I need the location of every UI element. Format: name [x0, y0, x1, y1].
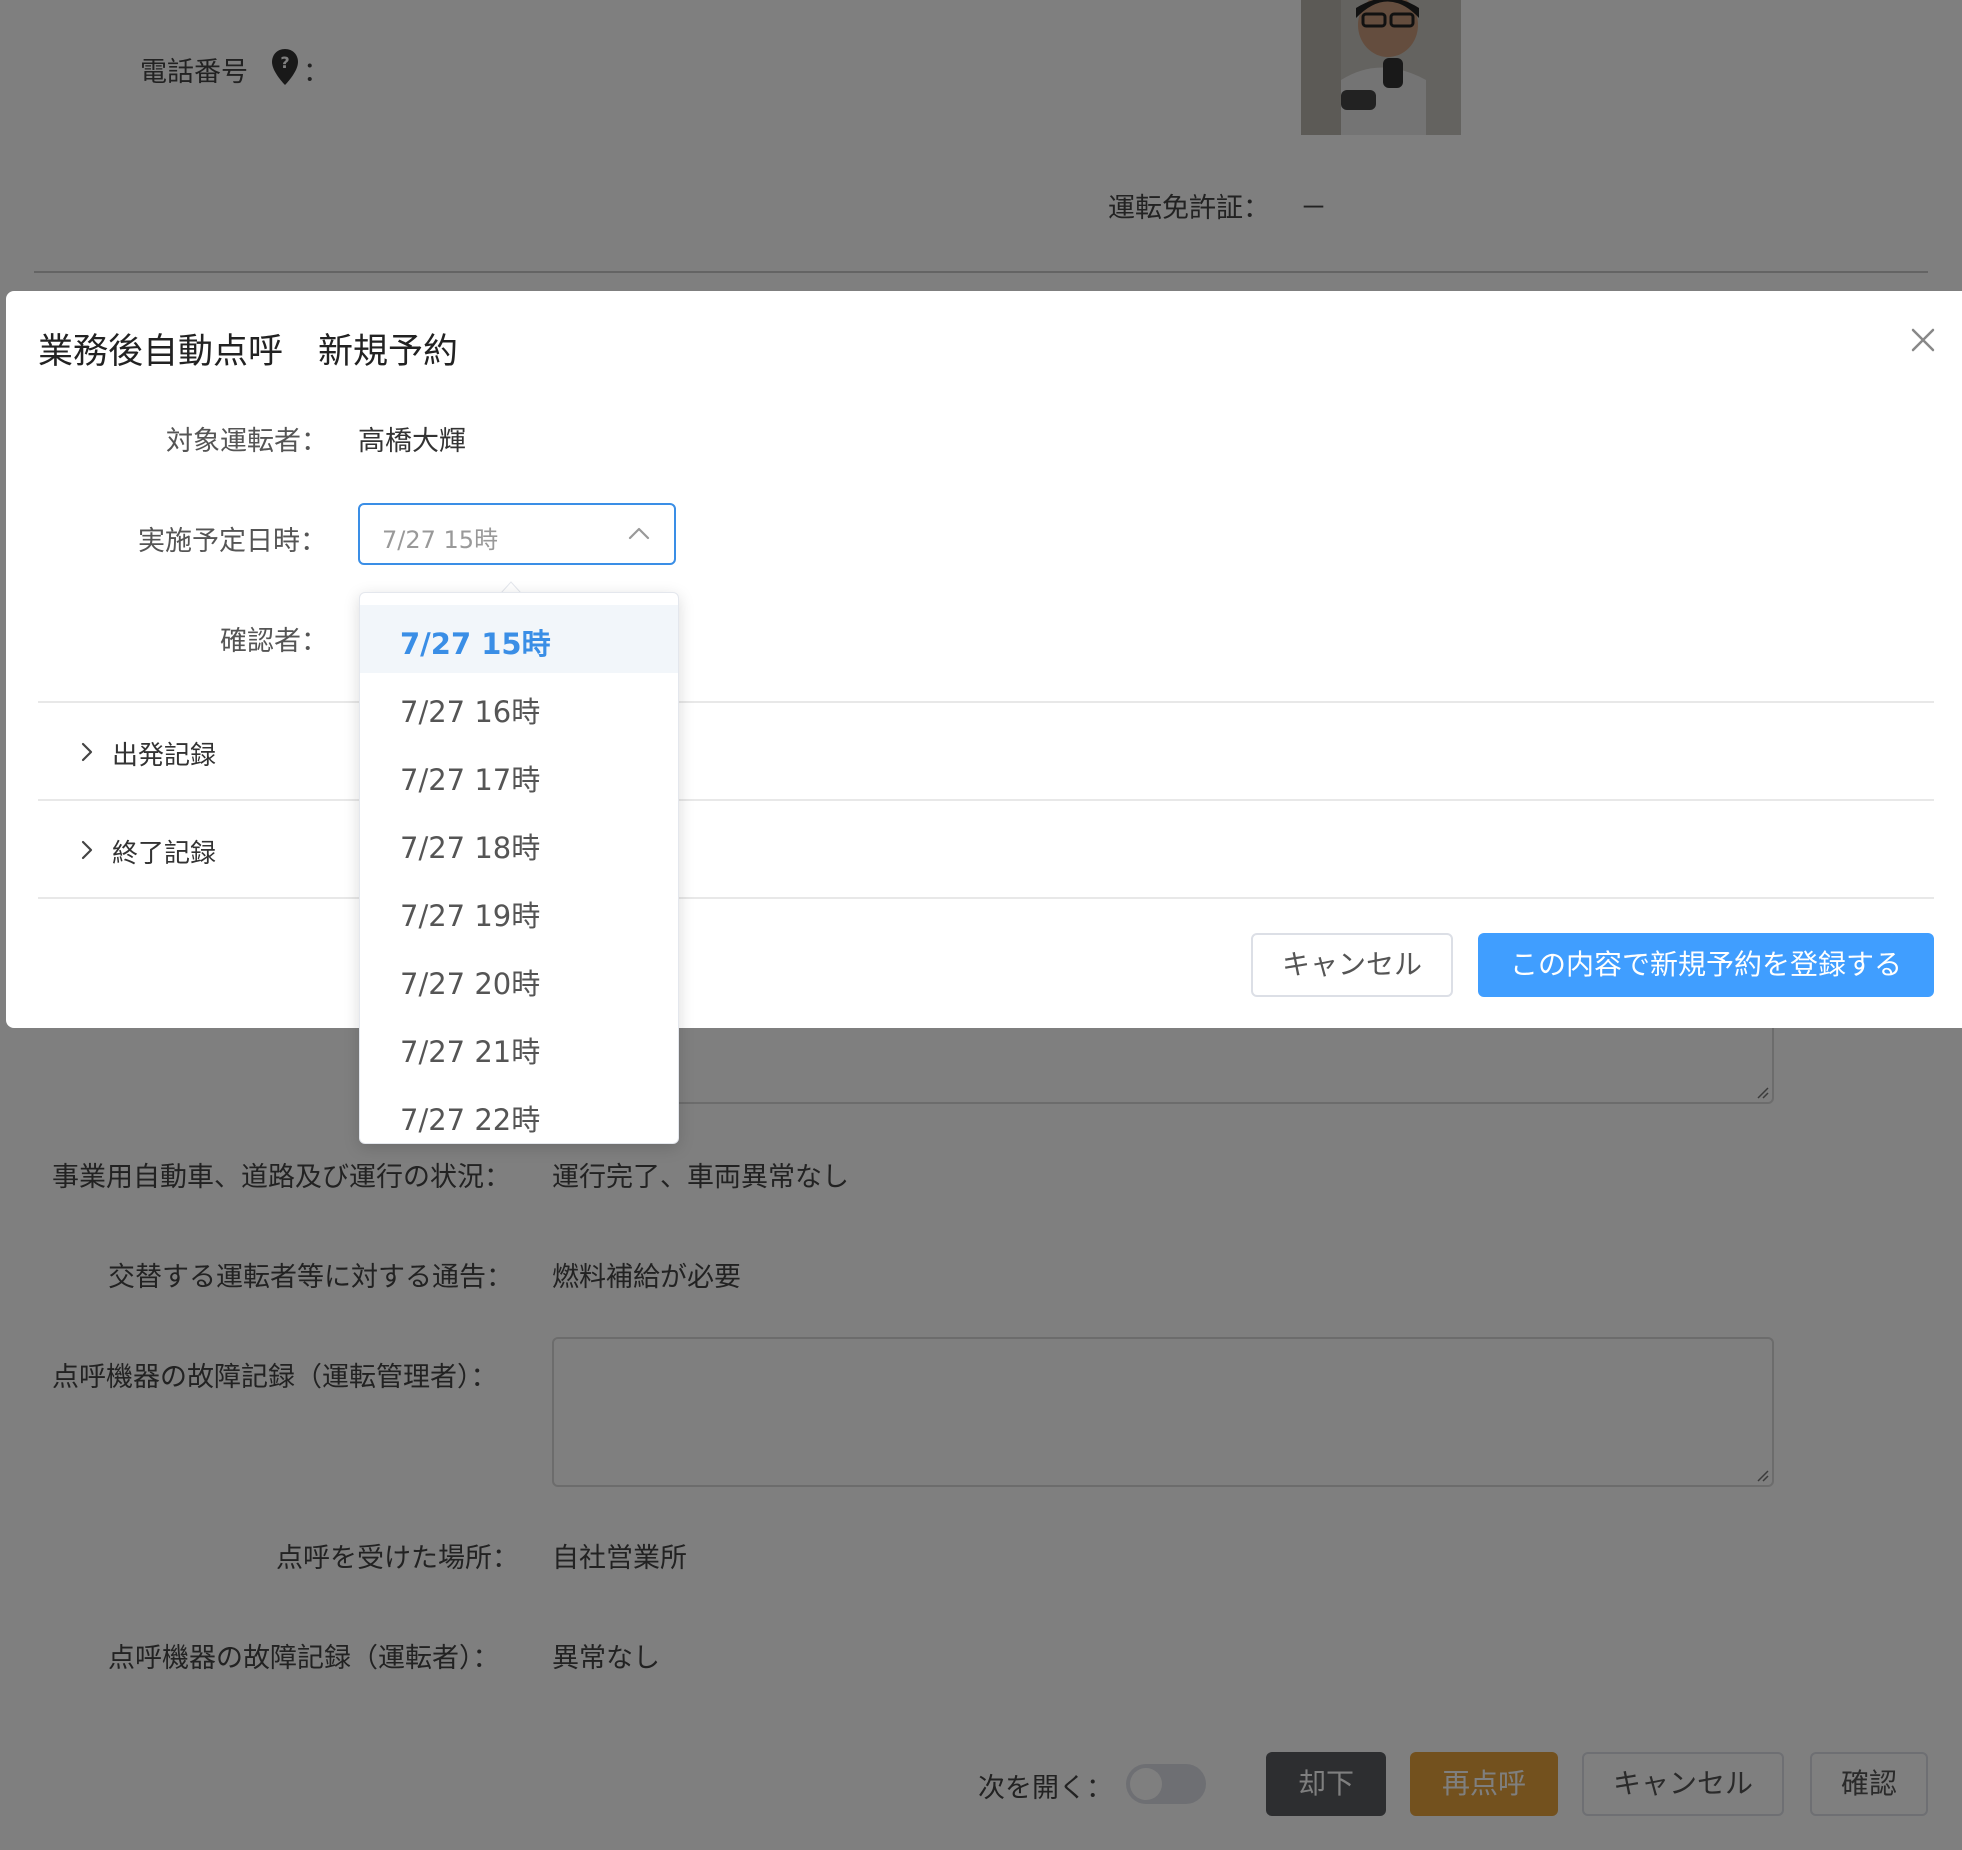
- dropdown-option[interactable]: 7/27 21時: [360, 1013, 678, 1081]
- dropdown-option[interactable]: 7/27 16時: [360, 673, 678, 741]
- dialog-cancel-label: キャンセル: [1281, 948, 1422, 981]
- register-reservation-label: この内容で新規予約を登録する: [1509, 948, 1902, 981]
- datetime-label: 実施予定日時：: [138, 526, 327, 557]
- dropdown-option-label: 7/27 15時: [400, 627, 551, 661]
- dropdown-option[interactable]: 7/27 19時: [360, 877, 678, 945]
- dialog-cancel-button[interactable]: キャンセル: [1251, 933, 1453, 997]
- chevron-up-icon: [628, 527, 650, 540]
- new-reservation-dialog: 業務後自動点呼 新規予約 対象運転者： 高橋大輝 実施予定日時： 7/27 15…: [6, 291, 1962, 1028]
- dropdown-option-label: 7/27 22時: [400, 1103, 541, 1137]
- datetime-select[interactable]: 7/27 15時: [358, 503, 676, 565]
- register-reservation-button[interactable]: この内容で新規予約を登録する: [1478, 933, 1934, 997]
- dropdown-option[interactable]: 7/27 20時: [360, 945, 678, 1013]
- dropdown-option-label: 7/27 16時: [400, 695, 541, 729]
- dropdown-option-label: 7/27 19時: [400, 899, 541, 933]
- dropdown-option[interactable]: 7/27 22時: [360, 1081, 678, 1143]
- dropdown-option-label: 7/27 20時: [400, 967, 541, 1001]
- datetime-dropdown: 7/27 15時 7/27 16時 7/27 17時 7/27 18時 7/27…: [359, 592, 679, 1144]
- dialog-title: 業務後自動点呼 新規予約: [38, 332, 459, 372]
- confirmer-label: 確認者：: [220, 626, 328, 657]
- driver-label: 対象運転者：: [166, 426, 328, 457]
- dropdown-option-label: 7/27 17時: [400, 763, 541, 797]
- section-divider-bottom: [38, 897, 1934, 899]
- dropdown-option[interactable]: 7/27 15時: [360, 605, 678, 673]
- close-icon[interactable]: [1904, 321, 1942, 359]
- datetime-select-value: 7/27 15時: [382, 526, 499, 554]
- chevron-right-icon: [81, 742, 93, 762]
- dropdown-option[interactable]: 7/27 18時: [360, 809, 678, 877]
- section-departure-record[interactable]: 出発記録: [38, 701, 1934, 801]
- chevron-right-icon: [81, 840, 93, 860]
- dropdown-option-label: 7/27 21時: [400, 1035, 541, 1069]
- driver-value: 高橋大輝: [358, 426, 466, 457]
- dropdown-option-label: 7/27 18時: [400, 831, 541, 865]
- section-end-record[interactable]: 終了記録: [38, 799, 1934, 897]
- section-departure-title: 出発記録: [112, 741, 217, 771]
- section-end-title: 終了記録: [112, 839, 217, 869]
- dropdown-option[interactable]: 7/27 17時: [360, 741, 678, 809]
